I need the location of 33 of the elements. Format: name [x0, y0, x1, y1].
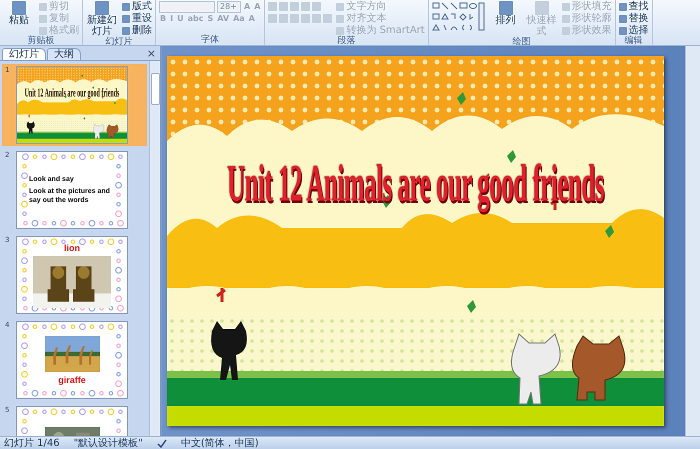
shapes-gallery-icon[interactable]	[432, 1, 486, 33]
close-button[interactable]: ×	[142, 48, 160, 60]
ribbon-button[interactable]: 新建幻灯片	[86, 1, 118, 37]
ribbon-button[interactable]: 替换	[618, 13, 649, 24]
group-label: 段落	[336, 36, 357, 46]
tool-icon	[95, 1, 109, 15]
spellcheck-icon[interactable]	[156, 438, 167, 448]
group-label: 绘图	[512, 37, 532, 47]
ribbon-button[interactable]: 删除	[122, 25, 152, 36]
tool-icon	[12, 1, 26, 15]
panel-tab[interactable]: 大纲	[47, 48, 81, 60]
ribbon-button[interactable]: 排列	[490, 1, 522, 26]
group-label: 剪贴板	[26, 36, 56, 46]
scrollbar[interactable]	[149, 61, 160, 436]
theme-name: "默认设计模板"	[74, 438, 143, 448]
tool-icon	[498, 1, 513, 15]
group-label: 字体	[200, 35, 220, 45]
ribbon-button[interactable]: 查找	[618, 1, 649, 12]
language: 中文(简体，中国)	[180, 438, 259, 448]
panel-tab[interactable]: 幻灯片	[2, 48, 46, 60]
group-label: 编辑	[624, 36, 644, 46]
scrollbar[interactable]	[685, 46, 700, 436]
thumbnail-title: Unit 12 Animals are our good friends	[24, 88, 120, 102]
ribbon-button[interactable]: 选择	[618, 25, 649, 36]
slide-title: Unit 12 Animals are our good friends	[227, 156, 604, 216]
ribbon-button[interactable]: 粘贴	[3, 1, 35, 26]
slide-count: 幻灯片 1/46	[4, 438, 60, 448]
tool-icon	[534, 1, 549, 15]
thumbnail-caption: lion	[64, 242, 80, 252]
group-label: 幻灯片	[104, 37, 134, 47]
ribbon-button[interactable]: 版式	[122, 1, 152, 12]
thumbnail-caption: giraffe	[58, 374, 86, 384]
ribbon-button[interactable]: 重设	[122, 13, 152, 24]
